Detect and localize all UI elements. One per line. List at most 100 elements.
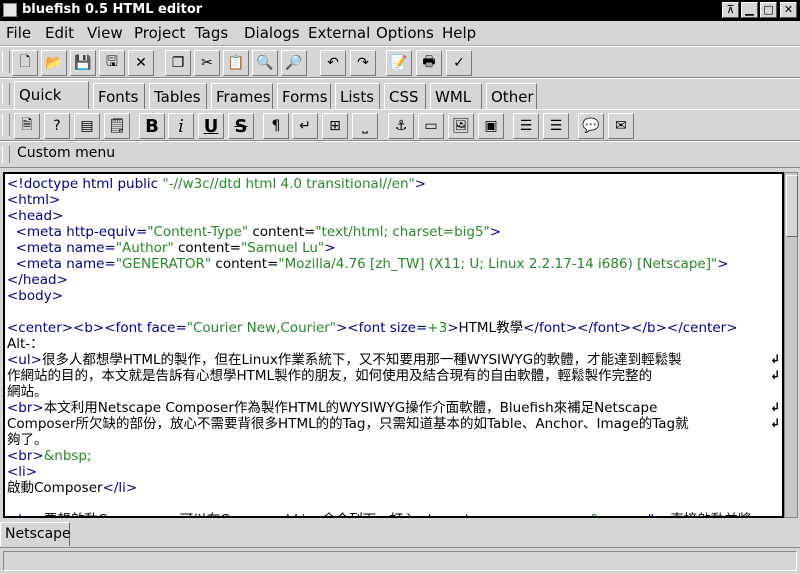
tab-netscape[interactable]: Netscape xyxy=(0,522,71,546)
align-right-icon[interactable]: ☰ xyxy=(543,113,569,139)
paste-icon[interactable]: 📋 xyxy=(223,50,249,76)
editor-token: "Content-Type" xyxy=(147,224,249,240)
undo-icon[interactable]: ↶ xyxy=(320,50,346,76)
editor-token: </head> xyxy=(7,272,68,288)
editor-token: <center><b><font face= xyxy=(7,320,187,336)
preview-icon[interactable]: 📝 xyxy=(386,50,412,76)
tab-css[interactable]: CSS xyxy=(384,83,426,110)
menu-edit[interactable]: Edit xyxy=(45,24,74,42)
break-icon[interactable]: ↵ xyxy=(292,113,318,139)
editor-token: <br> xyxy=(7,400,44,416)
scrollbar-thumb[interactable] xyxy=(786,175,798,237)
editor-token: > xyxy=(414,176,427,192)
tab-fonts[interactable]: Fonts xyxy=(93,83,145,110)
editor-token: 要想啟動Composer，可以在Command Line命令列下，打入 xyxy=(44,512,417,516)
editor-token: > xyxy=(489,224,502,240)
tab-lists[interactable]: Lists xyxy=(335,83,380,110)
custom-menu[interactable]: Custom menu xyxy=(17,145,115,161)
quickbar-grip[interactable] xyxy=(2,114,10,136)
editor-line: <!doctype html public "-//w3c//dtd html … xyxy=(7,176,426,192)
shade-button[interactable]: ⊼ xyxy=(722,2,739,18)
minimize-button[interactable]: ▁ xyxy=(741,2,758,18)
editor-token: +3 xyxy=(427,320,448,336)
tag-tabs-bar: Quick bar Fonts Tables Frames Forms List… xyxy=(0,78,800,131)
save-file-icon[interactable]: 💾 xyxy=(70,50,96,76)
redo-icon[interactable]: ↷ xyxy=(350,50,376,76)
menu-help[interactable]: Help xyxy=(442,24,476,42)
code-editor[interactable]: <!doctype html public "-//w3c//dtd html … xyxy=(3,172,784,518)
tab-forms[interactable]: Forms xyxy=(277,83,331,110)
menu-view[interactable]: View xyxy=(87,24,123,42)
menu-file[interactable]: File xyxy=(6,24,31,42)
editor-token: content= xyxy=(173,240,241,256)
comment-icon[interactable]: 💬 xyxy=(578,113,604,139)
editor-token: content= xyxy=(211,256,279,272)
menu-options[interactable]: Options xyxy=(376,24,434,42)
cut-icon[interactable]: ✂ xyxy=(194,50,220,76)
editor-token: <meta name= xyxy=(7,256,116,272)
nbsp-icon[interactable]: ⎵ xyxy=(352,113,378,139)
close-file-icon[interactable]: ✕ xyxy=(128,50,154,76)
print-icon[interactable]: 🖶 xyxy=(416,50,442,76)
menu-dialogs[interactable]: Dialogs xyxy=(244,24,300,42)
editor-line: <br>本文利用Netscape Composer作為製作HTML的WYSIWY… xyxy=(7,400,657,416)
new-file-icon[interactable]: 🗋 xyxy=(12,50,38,76)
quickstart-icon[interactable]: 🗎 xyxy=(14,113,40,139)
bold-icon[interactable]: B xyxy=(139,113,165,139)
menu-project[interactable]: Project xyxy=(134,24,185,42)
open-file-icon[interactable]: 📂 xyxy=(41,50,67,76)
menu-bar: File Edit View Project Tags Dialogs Exte… xyxy=(0,21,800,46)
body-icon[interactable]: ▤ xyxy=(74,113,100,139)
paragraph-icon[interactable]: ¶ xyxy=(263,113,289,139)
italic-icon[interactable]: i xyxy=(168,113,194,139)
editor-token: "text/html; charset=big5" xyxy=(315,224,490,240)
hr-icon[interactable]: ▭ xyxy=(418,113,444,139)
editor-token: "Author" xyxy=(115,240,174,256)
menu-external[interactable]: External xyxy=(308,24,370,42)
editor-token: &nbsp; xyxy=(43,448,92,464)
tab-wml[interactable]: WML xyxy=(430,83,482,110)
find-icon[interactable]: 🔍 xyxy=(252,50,278,76)
align-justify-icon[interactable]: ☰ xyxy=(513,113,539,139)
editor-token: "-//w3c//dtd html 4.0 transitional//en" xyxy=(162,176,415,192)
tab-tables[interactable]: Tables xyxy=(149,83,207,110)
underline-icon[interactable]: U xyxy=(198,113,224,139)
editor-token: 啟動Composer xyxy=(7,480,103,496)
editor-line: 夠了。 xyxy=(7,432,48,448)
editor-token: "Courier New,Courier" xyxy=(186,320,337,336)
image-icon[interactable]: 🖼 xyxy=(448,113,474,139)
editor-token: 本文利用Netscape Composer作為製作HTML的WYSIWYG操作介… xyxy=(43,400,658,416)
toolbar-grip[interactable] xyxy=(2,51,10,73)
app-icon[interactable] xyxy=(3,3,17,17)
tab-other[interactable]: Other xyxy=(486,83,537,110)
tab-frames[interactable]: Frames xyxy=(211,83,273,110)
editor-token: Alt-： xyxy=(7,336,44,352)
editor-token: 作網站的目的，本文就是告訴有心想學HTML製作的朋友，如何使用及結合現有的自由軟… xyxy=(7,368,653,384)
editor-line: <html> xyxy=(7,192,60,208)
replace-icon[interactable]: 🔎 xyxy=(281,50,307,76)
thumbnail-icon[interactable]: ▣ xyxy=(478,113,504,139)
help-icon[interactable]: ? xyxy=(44,113,70,139)
editor-token: netscape -composer xyxy=(448,512,590,516)
menu-tags[interactable]: Tags xyxy=(195,24,228,42)
close-button[interactable]: ✕ xyxy=(780,2,797,18)
maximize-button[interactable]: □ xyxy=(760,2,777,18)
editor-token: 很多人都想學HTML的製作，但在Linux作業系統下，又不知要用那一種WYSIW… xyxy=(41,352,682,368)
strikethrough-icon[interactable]: S xyxy=(228,113,254,139)
save-as-icon[interactable]: 🖫 xyxy=(99,50,125,76)
editor-scrollbar[interactable] xyxy=(784,172,798,518)
custom-menu-grip[interactable] xyxy=(2,146,10,163)
copy-icon[interactable]: ❐ xyxy=(165,50,191,76)
editor-token: "Mozilla/4.76 [zh_TW] (X11; U; Linux 2.2… xyxy=(278,256,718,272)
editor-token: ><font size= xyxy=(336,320,428,336)
editor-token: <li> xyxy=(7,464,38,480)
editor-line: <li> xyxy=(7,464,37,480)
tabs-grip[interactable] xyxy=(2,83,10,105)
spellcheck-icon[interactable]: ✓ xyxy=(446,50,472,76)
anchor-icon[interactable]: ⚓ xyxy=(388,113,414,139)
note-icon[interactable]: 🗒 xyxy=(104,113,130,139)
email-icon[interactable]: ✉ xyxy=(608,113,634,139)
tab-quick-bar[interactable]: Quick bar xyxy=(14,81,89,131)
clear-all-icon[interactable]: ⊞ xyxy=(322,113,348,139)
editor-line: </head> xyxy=(7,272,68,288)
